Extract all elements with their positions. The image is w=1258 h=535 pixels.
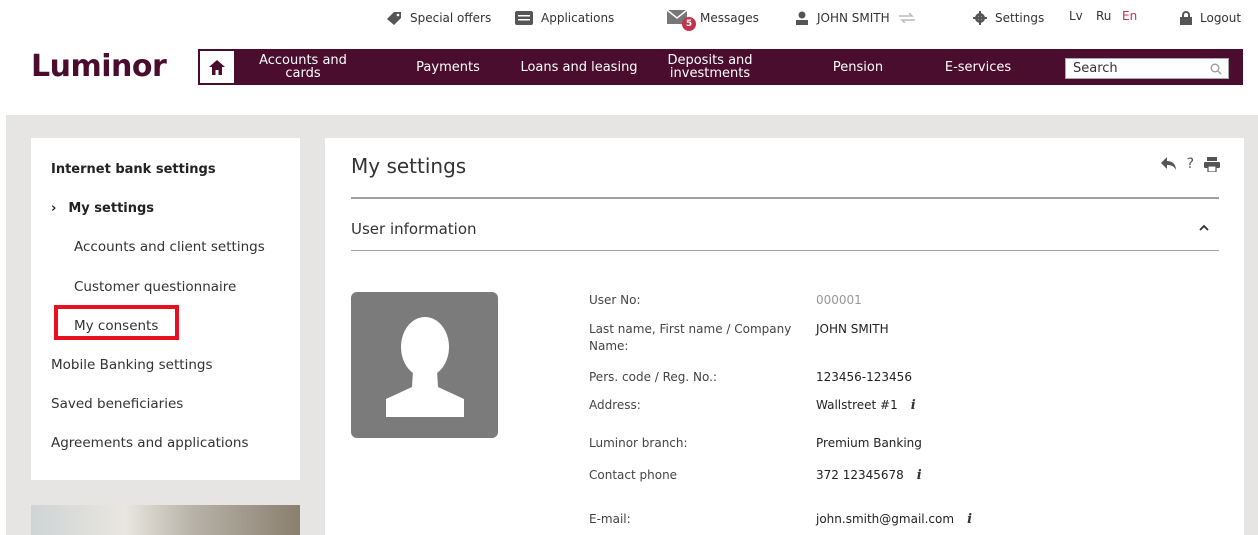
- field-value-email: john.smith@gmail.com i: [816, 511, 972, 528]
- field-value-address: Wallstreet #1 i: [816, 397, 916, 414]
- info-icon[interactable]: i: [967, 511, 972, 528]
- user-menu[interactable]: JOHN SMITH: [795, 9, 924, 27]
- promo-banner-image[interactable]: [31, 505, 300, 535]
- page-tools: ?: [1160, 156, 1220, 172]
- nav-e-services[interactable]: E-services: [933, 49, 1023, 85]
- address-value: Wallstreet #1: [816, 398, 898, 412]
- field-label-user-no: User No:: [589, 293, 641, 307]
- nav-loans-and-leasing[interactable]: Loans and leasing: [512, 49, 646, 85]
- chevron-right-icon: ›: [51, 201, 57, 216]
- lock-icon: [1180, 11, 1192, 25]
- field-label-pers-code: Pers. code / Reg. No.:: [589, 370, 718, 384]
- gear-icon: [973, 11, 987, 25]
- logout-label: Logout: [1200, 11, 1242, 25]
- settings-label: Settings: [995, 11, 1045, 25]
- tag-icon: [387, 12, 401, 25]
- field-value-pers-code: 123456-123456: [816, 369, 912, 386]
- field-label-address: Address:: [589, 398, 641, 412]
- field-value-branch: Premium Banking: [816, 435, 922, 452]
- main-nav: Accounts and cards Payments Loans and le…: [198, 49, 1243, 85]
- name-value: JOHN SMITH: [816, 322, 889, 336]
- nav-deposits-and-investments[interactable]: Deposits and investments: [660, 49, 760, 85]
- sidebar-item-customer-questionnaire[interactable]: Customer questionnaire: [74, 279, 236, 295]
- special-offers-label: Special offers: [410, 11, 492, 25]
- help-icon[interactable]: ?: [1187, 156, 1194, 172]
- lang-en[interactable]: En: [1122, 9, 1137, 23]
- sidebar-item-accounts-and-client-settings[interactable]: Accounts and client settings: [74, 239, 265, 255]
- home-icon: [209, 59, 225, 75]
- settings-link[interactable]: Settings: [973, 9, 1044, 27]
- logout-link[interactable]: Logout: [1180, 9, 1241, 27]
- avatar: [351, 292, 498, 438]
- info-icon[interactable]: i: [911, 397, 916, 414]
- sidebar-item-saved-beneficiaries[interactable]: Saved beneficiaries: [51, 396, 183, 412]
- branch-value: Premium Banking: [816, 436, 922, 450]
- field-value-contact-phone: 372 12345678 i: [816, 467, 922, 484]
- top-utility-bar: Special offers Applications 5 Messages J…: [0, 0, 1258, 36]
- section-title-user-information[interactable]: User information: [351, 220, 477, 238]
- field-value-name: JOHN SMITH: [816, 321, 889, 338]
- field-label-name: Last name, First name / Company Name:: [589, 322, 792, 353]
- section-divider: [351, 250, 1219, 251]
- sidebar-item-mobile-banking-settings[interactable]: Mobile Banking settings: [51, 357, 213, 373]
- sidebar-item-agreements-and-applications[interactable]: Agreements and applications: [51, 435, 249, 451]
- nav-payments[interactable]: Payments: [404, 49, 492, 85]
- info-icon[interactable]: i: [917, 467, 922, 484]
- user-name: JOHN SMITH: [817, 11, 890, 25]
- highlight-box: [54, 305, 179, 340]
- contact-phone-value: 372 12345678: [816, 468, 904, 482]
- messages-link[interactable]: 5 Messages: [667, 9, 759, 31]
- print-icon[interactable]: [1204, 156, 1220, 172]
- user-icon: [796, 11, 808, 25]
- chevron-up-icon[interactable]: [1199, 224, 1209, 231]
- field-label-contact-phone: Contact phone: [589, 468, 678, 482]
- messages-count-badge: 5: [682, 17, 696, 31]
- special-offers-link[interactable]: Special offers: [386, 9, 491, 27]
- sidebar-item-my-settings[interactable]: › My settings: [51, 201, 154, 216]
- sidebar: Internet bank settings › My settings Acco…: [31, 138, 300, 480]
- search-input[interactable]: Search: [1065, 58, 1229, 79]
- nav-pension[interactable]: Pension: [818, 49, 898, 85]
- field-label-email: E-mail:: [589, 512, 631, 526]
- pers-code-value: 123456-123456: [816, 370, 912, 384]
- field-value-user-no: 000001: [816, 292, 862, 309]
- sidebar-item-label: My settings: [68, 201, 155, 216]
- page-title: My settings: [351, 154, 467, 178]
- lang-ru[interactable]: Ru: [1096, 9, 1111, 23]
- sidebar-title: Internet bank settings: [51, 162, 216, 177]
- lang-lv[interactable]: Lv: [1069, 9, 1083, 23]
- main-panel: My settings ? User information User No: …: [325, 138, 1244, 535]
- email-value: john.smith@gmail.com: [816, 512, 955, 526]
- back-icon[interactable]: [1160, 157, 1177, 171]
- user-no-value: 000001: [816, 293, 862, 307]
- user-silhouette-icon: [385, 317, 464, 417]
- messages-label: Messages: [700, 11, 759, 25]
- nav-accounts-and-cards[interactable]: Accounts and cards: [258, 49, 348, 85]
- document-icon: [515, 11, 533, 25]
- luminor-logo[interactable]: Luminor: [31, 49, 167, 84]
- home-button[interactable]: [198, 49, 236, 85]
- field-label-branch: Luminor branch:: [589, 436, 688, 450]
- applications-link[interactable]: Applications: [515, 9, 614, 27]
- search-placeholder: Search: [1073, 61, 1118, 76]
- switch-user-icon[interactable]: [898, 13, 916, 23]
- title-divider: [351, 197, 1219, 199]
- search-icon[interactable]: [1210, 63, 1222, 75]
- applications-label: Applications: [541, 11, 615, 25]
